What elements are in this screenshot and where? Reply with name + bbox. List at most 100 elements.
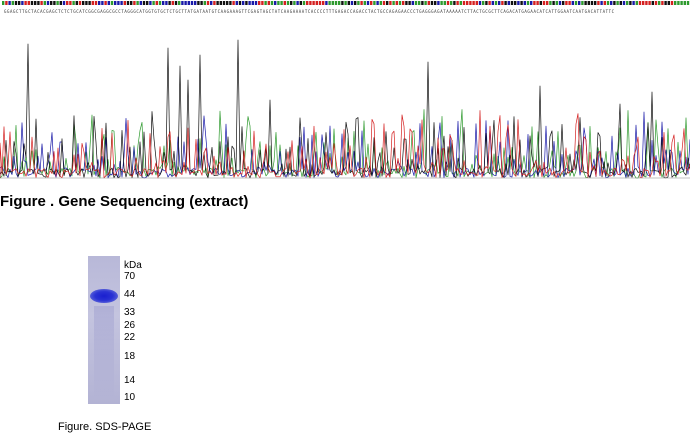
base-call-tick (494, 1, 498, 5)
base-call-tick (203, 1, 206, 5)
base-call-tick (389, 1, 392, 5)
base-call-tick (219, 1, 222, 5)
base-call-tick (283, 1, 286, 5)
marker-label-18: 18 (124, 351, 136, 362)
base-call-tick (27, 1, 30, 5)
base-call-tick (94, 1, 98, 5)
base-call-tick (392, 1, 395, 5)
base-call-tick (590, 1, 594, 5)
base-call-tick (517, 1, 520, 5)
base-call-tick (107, 1, 110, 5)
base-call-tick (491, 1, 494, 5)
base-call-tick (350, 1, 354, 5)
base-call-tick (120, 1, 123, 5)
base-call-tick (466, 1, 469, 5)
base-call-tick (302, 1, 306, 5)
base-call-tick (354, 1, 357, 5)
base-call-tick (245, 1, 248, 5)
base-call-tick (206, 1, 210, 5)
base-call-tick (642, 1, 645, 5)
base-call-tick (542, 1, 546, 5)
base-call-tick (213, 1, 216, 5)
base-call-tick (456, 1, 459, 5)
base-call-tick (482, 1, 485, 5)
base-call-tick (360, 1, 363, 5)
base-call-tick (174, 1, 178, 5)
base-call-tick (485, 1, 488, 5)
base-call-tick (587, 1, 590, 5)
base-call-tick (418, 1, 421, 5)
marker-label-14: 14 (124, 375, 136, 386)
base-call-tick (53, 1, 56, 5)
base-call-tick (613, 1, 616, 5)
base-call-tick (610, 1, 613, 5)
base-call-tick (654, 1, 658, 5)
base-call-tick (565, 1, 568, 5)
base-call-tick (331, 1, 334, 5)
base-call-tick (24, 1, 27, 5)
base-call-tick (72, 1, 75, 5)
base-call-tick (162, 1, 165, 5)
base-call-tick (165, 1, 168, 5)
base-call-tick (267, 1, 270, 5)
base-call-tick (149, 1, 152, 5)
base-call-tick (408, 1, 411, 5)
base-call-tick (366, 1, 370, 5)
base-call-tick (30, 1, 34, 5)
base-call-tick (382, 1, 386, 5)
base-call-tick (584, 1, 587, 5)
base-call-tick (549, 1, 552, 5)
base-call-tick (469, 1, 472, 5)
base-call-tick (328, 1, 331, 5)
base-call-tick (504, 1, 507, 5)
base-call-tick (347, 1, 350, 5)
base-call-tick (341, 1, 344, 5)
base-call-tick (229, 1, 232, 5)
base-call-tick (146, 1, 149, 5)
base-call-tick (242, 1, 245, 5)
base-call-tick (594, 1, 597, 5)
base-call-tick (91, 1, 94, 5)
base-call-tick (453, 1, 456, 5)
base-call-tick (181, 1, 184, 5)
base-call-tick (626, 1, 629, 5)
base-call-tick (632, 1, 635, 5)
base-call-tick (296, 1, 299, 5)
base-call-tick (216, 1, 219, 5)
base-call-tick (110, 1, 114, 5)
base-call-tick (126, 1, 130, 5)
base-call-tick (622, 1, 626, 5)
base-call-tick (507, 1, 510, 5)
base-call-tick (478, 1, 482, 5)
base-call-tick (578, 1, 581, 5)
base-call-tick (414, 1, 418, 5)
base-call-tick (190, 1, 194, 5)
base-call-tick (197, 1, 200, 5)
base-call-tick (667, 1, 670, 5)
base-call-tick (546, 1, 549, 5)
base-call-tick (472, 1, 475, 5)
base-call-tick (558, 1, 562, 5)
base-call-tick (114, 1, 117, 5)
base-call-tick (133, 1, 136, 5)
base-call-tick (616, 1, 619, 5)
base-call-tick (488, 1, 491, 5)
base-call-tick (664, 1, 667, 5)
base-call-tick (539, 1, 542, 5)
sequence-text: GGAGCTTGCTACACGAGCTCTCTGCATCGGCGAGGCGCCT… (4, 9, 615, 14)
base-call-tick (158, 1, 162, 5)
base-call-tick (142, 1, 146, 5)
base-call-tick (603, 1, 606, 5)
marker-unit-label: kDa (124, 260, 142, 271)
base-call-tick (402, 1, 405, 5)
base-call-tick (136, 1, 139, 5)
base-call-tick (261, 1, 264, 5)
base-call-tick (139, 1, 142, 5)
base-call-tick (274, 1, 277, 5)
base-call-tick (635, 1, 638, 5)
base-call-tick (299, 1, 302, 5)
base-call-tick (2, 1, 5, 5)
base-call-tick (155, 1, 158, 5)
base-call-tick (376, 1, 379, 5)
base-call-tick (171, 1, 174, 5)
